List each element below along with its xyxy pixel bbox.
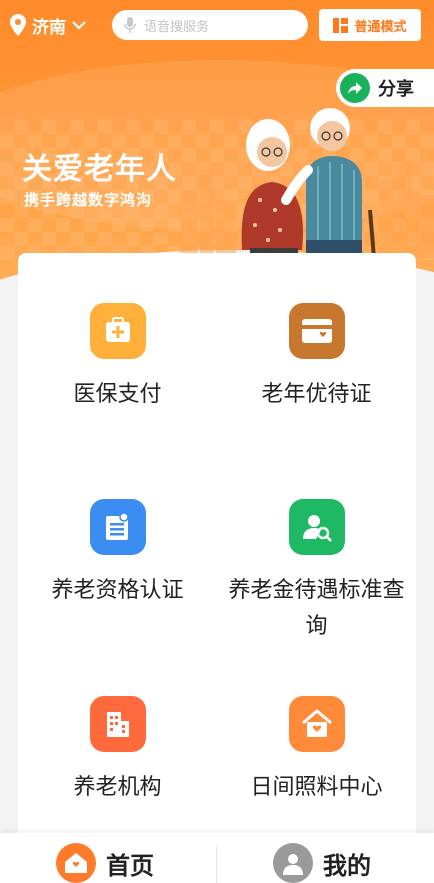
search-placeholder: 语音搜服务 — [144, 19, 210, 35]
search-input[interactable]: 语音搜服务 — [112, 10, 308, 40]
card-icon — [288, 303, 345, 359]
building-icon — [89, 696, 146, 752]
service-item-medical-payment[interactable]: 医保支付 — [18, 303, 217, 413]
medical-insurance-icon — [89, 303, 146, 359]
service-label: 医保支付 — [73, 382, 162, 407]
banner-subtitle: 携手跨越数字鸿沟 — [24, 191, 153, 209]
service-item-elderly-institution[interactable]: 养老机构 — [18, 696, 217, 806]
tab-home-label: 首页 — [106, 851, 154, 880]
tab-home[interactable]: 首页 — [56, 843, 154, 883]
nav-divider — [216, 845, 217, 883]
chevron-down-icon — [72, 21, 86, 30]
user-icon — [273, 843, 313, 883]
microphone-icon — [124, 17, 136, 33]
care-home-icon — [288, 696, 345, 752]
banner-title: 关爱老年人 — [22, 152, 177, 187]
elderly-couple-illustration — [180, 108, 434, 258]
tab-mine[interactable]: 我的 — [273, 843, 371, 883]
service-label: 养老资格认证 — [51, 578, 184, 603]
header-bar: 济南 语音搜服务 普通模式 — [0, 0, 434, 50]
tab-mine-label: 我的 — [323, 851, 371, 880]
service-item-day-care-center[interactable]: 日间照料中心 — [217, 696, 416, 806]
layout-grid-icon — [333, 17, 349, 33]
document-icon — [89, 499, 146, 555]
user-search-icon — [288, 499, 345, 555]
service-label: 老年优待证 — [261, 382, 372, 407]
bottom-nav: 首页 我的 — [0, 833, 434, 883]
city-selector[interactable]: 济南 — [10, 12, 86, 38]
share-label: 分享 — [378, 79, 414, 100]
service-item-pension-standard-query[interactable]: 养老金待遇标准查询 — [217, 499, 416, 645]
mode-label: 普通模式 — [354, 19, 407, 35]
services-card: 医保支付 老年优待证 养老资格认证 养老金待遇标准查询 养老机构 日间照料中心 — [18, 253, 416, 853]
service-item-senior-card[interactable]: 老年优待证 — [217, 303, 416, 413]
service-item-pension-certification[interactable]: 养老资格认证 — [18, 499, 217, 609]
service-label: 日间照料中心 — [250, 775, 383, 800]
home-icon — [56, 843, 96, 883]
mode-toggle-button[interactable]: 普通模式 — [319, 9, 421, 41]
city-name: 济南 — [32, 17, 66, 38]
location-pin-icon — [10, 14, 26, 36]
service-label: 养老机构 — [73, 775, 162, 800]
service-label: 养老金待遇标准查询 — [228, 578, 405, 639]
share-icon — [340, 73, 370, 103]
